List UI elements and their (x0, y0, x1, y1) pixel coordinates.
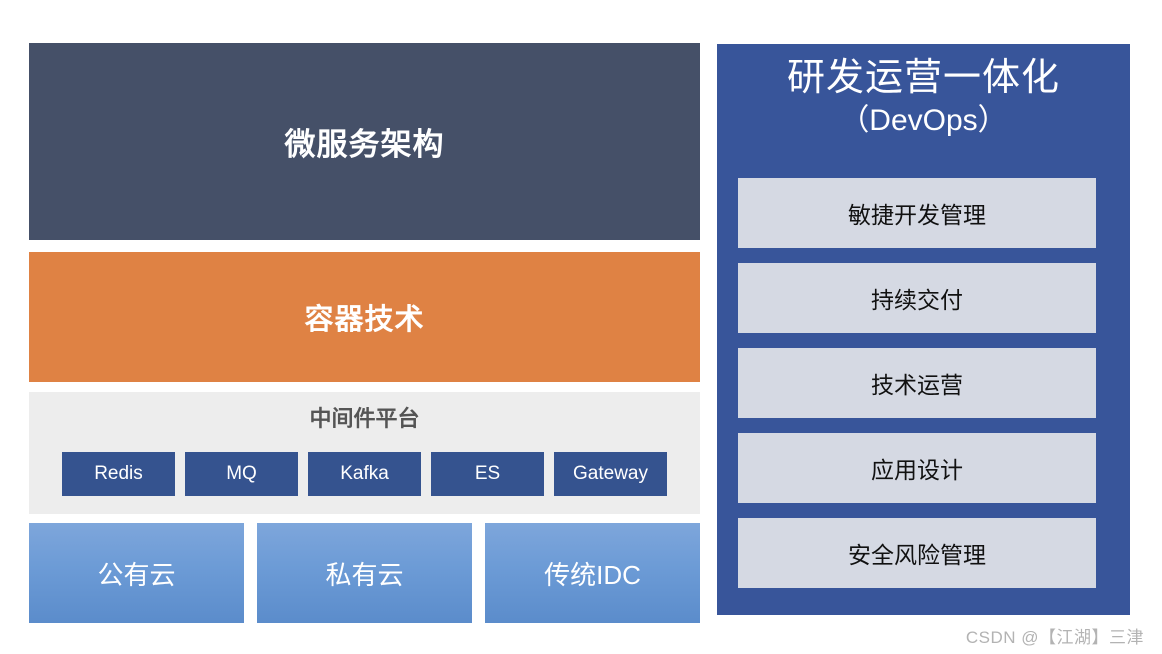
infrastructure-public-cloud[interactable]: 公有云 (29, 523, 244, 623)
devops-item-security-risk-management[interactable]: 安全风险管理 (738, 518, 1096, 588)
middleware-chip-label: Kafka (340, 463, 389, 484)
middleware-chip-row: Redis MQ Kafka ES Gateway (62, 452, 667, 496)
microservices-block[interactable]: 微服务架构 (29, 43, 700, 240)
infrastructure-label: 私有云 (325, 559, 404, 590)
devops-item-agile-development-management[interactable]: 敏捷开发管理 (738, 178, 1096, 248)
middleware-chip-label: ES (474, 463, 501, 484)
middleware-chip-redis[interactable]: Redis (62, 452, 175, 496)
devops-panel: 研发运营一体化 （DevOps） 敏捷开发管理 持续交付 技术运营 应用设计 安… (717, 44, 1130, 615)
container-tech-label: 容器技术 (304, 304, 425, 336)
middleware-platform-block[interactable]: 中间件平台 Redis MQ Kafka ES Gateway (29, 392, 700, 514)
devops-panel-title: 研发运营一体化 (786, 57, 1060, 99)
architecture-diagram-slide: 微服务架构 容器技术 中间件平台 Redis MQ Kafka ES Gatew… (0, 0, 1162, 654)
devops-item-application-design[interactable]: 应用设计 (738, 433, 1096, 503)
infrastructure-traditional-idc[interactable]: 传统IDC (485, 523, 700, 623)
middleware-chip-mq[interactable]: MQ (185, 452, 298, 496)
infrastructure-label: 公有云 (97, 559, 176, 590)
devops-item-label: 敏捷开发管理 (848, 202, 986, 228)
devops-item-label: 技术运营 (871, 372, 963, 398)
devops-item-list: 敏捷开发管理 持续交付 技术运营 应用设计 安全风险管理 (738, 178, 1096, 588)
infrastructure-private-cloud[interactable]: 私有云 (257, 523, 472, 623)
devops-item-continuous-delivery[interactable]: 持续交付 (738, 263, 1096, 333)
container-tech-block[interactable]: 容器技术 (29, 252, 700, 382)
devops-item-label: 安全风险管理 (848, 542, 986, 568)
devops-panel-subtitle: （DevOps） (839, 104, 1008, 137)
middleware-platform-title: 中间件平台 (309, 406, 420, 431)
middleware-chip-gateway[interactable]: Gateway (554, 452, 667, 496)
devops-item-label: 应用设计 (871, 457, 963, 483)
middleware-chip-kafka[interactable]: Kafka (308, 452, 421, 496)
middleware-chip-label: Gateway (573, 463, 648, 484)
middleware-chip-label: Redis (94, 463, 143, 484)
watermark: CSDN @【江湖】三津 (965, 628, 1144, 647)
infrastructure-label: 传统IDC (544, 559, 641, 590)
devops-item-technical-operations[interactable]: 技术运营 (738, 348, 1096, 418)
middleware-chip-label: MQ (226, 463, 257, 484)
devops-item-label: 持续交付 (871, 287, 963, 313)
infrastructure-row: 公有云 私有云 传统IDC (29, 523, 700, 623)
platform-stack-column: 微服务架构 容器技术 中间件平台 Redis MQ Kafka ES Gatew… (29, 43, 700, 623)
middleware-chip-es[interactable]: ES (431, 452, 544, 496)
microservices-label: 微服务架构 (284, 127, 445, 162)
